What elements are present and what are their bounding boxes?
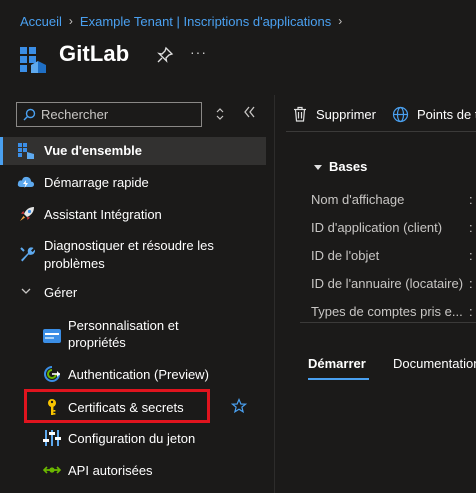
authentication-icon — [43, 365, 61, 383]
nav-group-manage[interactable]: Gérer — [0, 279, 266, 307]
tab-documentation[interactable]: Documentation — [393, 356, 476, 371]
delete-button[interactable]: Supprimer — [292, 104, 376, 124]
globe-icon — [392, 106, 409, 122]
trash-icon — [294, 106, 306, 122]
nav-item-label-line1: Personnalisation et — [68, 318, 179, 333]
selected-indicator — [0, 137, 3, 165]
page-title: GitLab — [59, 41, 130, 66]
chevron-right-icon: › — [338, 14, 343, 28]
nav-item-label-line2: propriétés — [68, 335, 126, 350]
collapse-menu-icon[interactable] — [241, 104, 257, 120]
nav-item-branding[interactable]: Personnalisation et propriétés — [0, 314, 266, 354]
search-icon — [23, 108, 36, 121]
nav-item-diagnose[interactable]: Diagnostiquer et résoudre les problèmes — [0, 234, 266, 274]
highlight-box — [24, 389, 210, 423]
toolbar-separator — [286, 131, 476, 132]
essentials-toggle[interactable]: Bases — [313, 159, 367, 174]
nav-item-label: Configuration du jeton — [68, 431, 196, 446]
prop-colon: : — [469, 276, 473, 291]
more-icon[interactable]: ··· — [190, 44, 207, 60]
prop-colon: : — [469, 192, 473, 207]
panel-divider — [274, 95, 275, 493]
nav-item-label: Vue d'ensemble — [44, 143, 142, 158]
endpoints-button[interactable]: Points de t — [392, 104, 476, 124]
star-icon[interactable] — [230, 397, 248, 414]
app-registration-icon — [19, 46, 47, 74]
nav-item-label: Assistant Intégration — [44, 207, 162, 222]
wrench-icon — [18, 245, 36, 263]
cloud-bolt-icon — [17, 173, 35, 191]
api-arrows-icon — [43, 461, 61, 479]
chevron-down-icon — [20, 285, 32, 297]
prop-label: ID d'application (client) — [311, 220, 443, 235]
nav-item-quickstart[interactable]: Démarrage rapide — [0, 168, 266, 196]
active-tab-indicator — [308, 378, 369, 380]
breadcrumb: Accueil › Example Tenant | Inscriptions … — [20, 13, 349, 29]
search-input[interactable] — [41, 107, 191, 122]
essentials-heading: Bases — [329, 159, 368, 174]
caret-down-icon — [314, 164, 322, 170]
prop-colon: : — [469, 248, 473, 263]
rocket-icon — [18, 205, 36, 223]
chevron-right-icon: › — [68, 14, 73, 28]
nav-item-label-line2: problèmes — [44, 256, 105, 271]
search-field[interactable] — [16, 102, 202, 127]
nav-item-integration-assistant[interactable]: Assistant Intégration — [0, 200, 266, 228]
prop-label: ID de l'annuaire (locataire) — [311, 276, 464, 291]
prop-label: ID de l'objet — [311, 248, 380, 263]
branding-card-icon — [43, 327, 61, 345]
delete-label: Supprimer — [316, 106, 376, 122]
tab-get-started[interactable]: Démarrer — [308, 356, 366, 371]
pin-icon[interactable] — [156, 46, 174, 64]
nav-item-token-configuration[interactable]: Configuration du jeton — [0, 424, 266, 452]
sort-updown-icon[interactable] — [212, 106, 228, 122]
nav-item-label-line1: Diagnostiquer et résoudre les — [44, 238, 214, 253]
breadcrumb-tenant-link[interactable]: Example Tenant | Inscriptions d'applicat… — [80, 14, 331, 29]
prop-colon: : — [469, 220, 473, 235]
endpoints-label: Points de t — [417, 106, 476, 122]
nav-item-api-permissions[interactable]: API autorisées — [0, 456, 266, 484]
prop-colon: : — [469, 304, 473, 319]
prop-label: Types de comptes pris e... — [311, 304, 463, 319]
overview-grid-icon — [17, 142, 35, 160]
breadcrumb-home-link[interactable]: Accueil — [20, 14, 62, 29]
sliders-icon — [43, 429, 61, 447]
nav-item-label: Authentication (Preview) — [68, 367, 209, 382]
essentials-separator — [300, 322, 476, 323]
nav-item-authentication[interactable]: Authentication (Preview) — [0, 360, 266, 388]
prop-label: Nom d'affichage — [311, 192, 405, 207]
nav-group-label: Gérer — [44, 285, 78, 300]
nav-item-overview[interactable]: Vue d'ensemble — [0, 137, 266, 165]
nav-item-label: API autorisées — [68, 463, 153, 478]
nav-item-label: Démarrage rapide — [44, 175, 149, 190]
